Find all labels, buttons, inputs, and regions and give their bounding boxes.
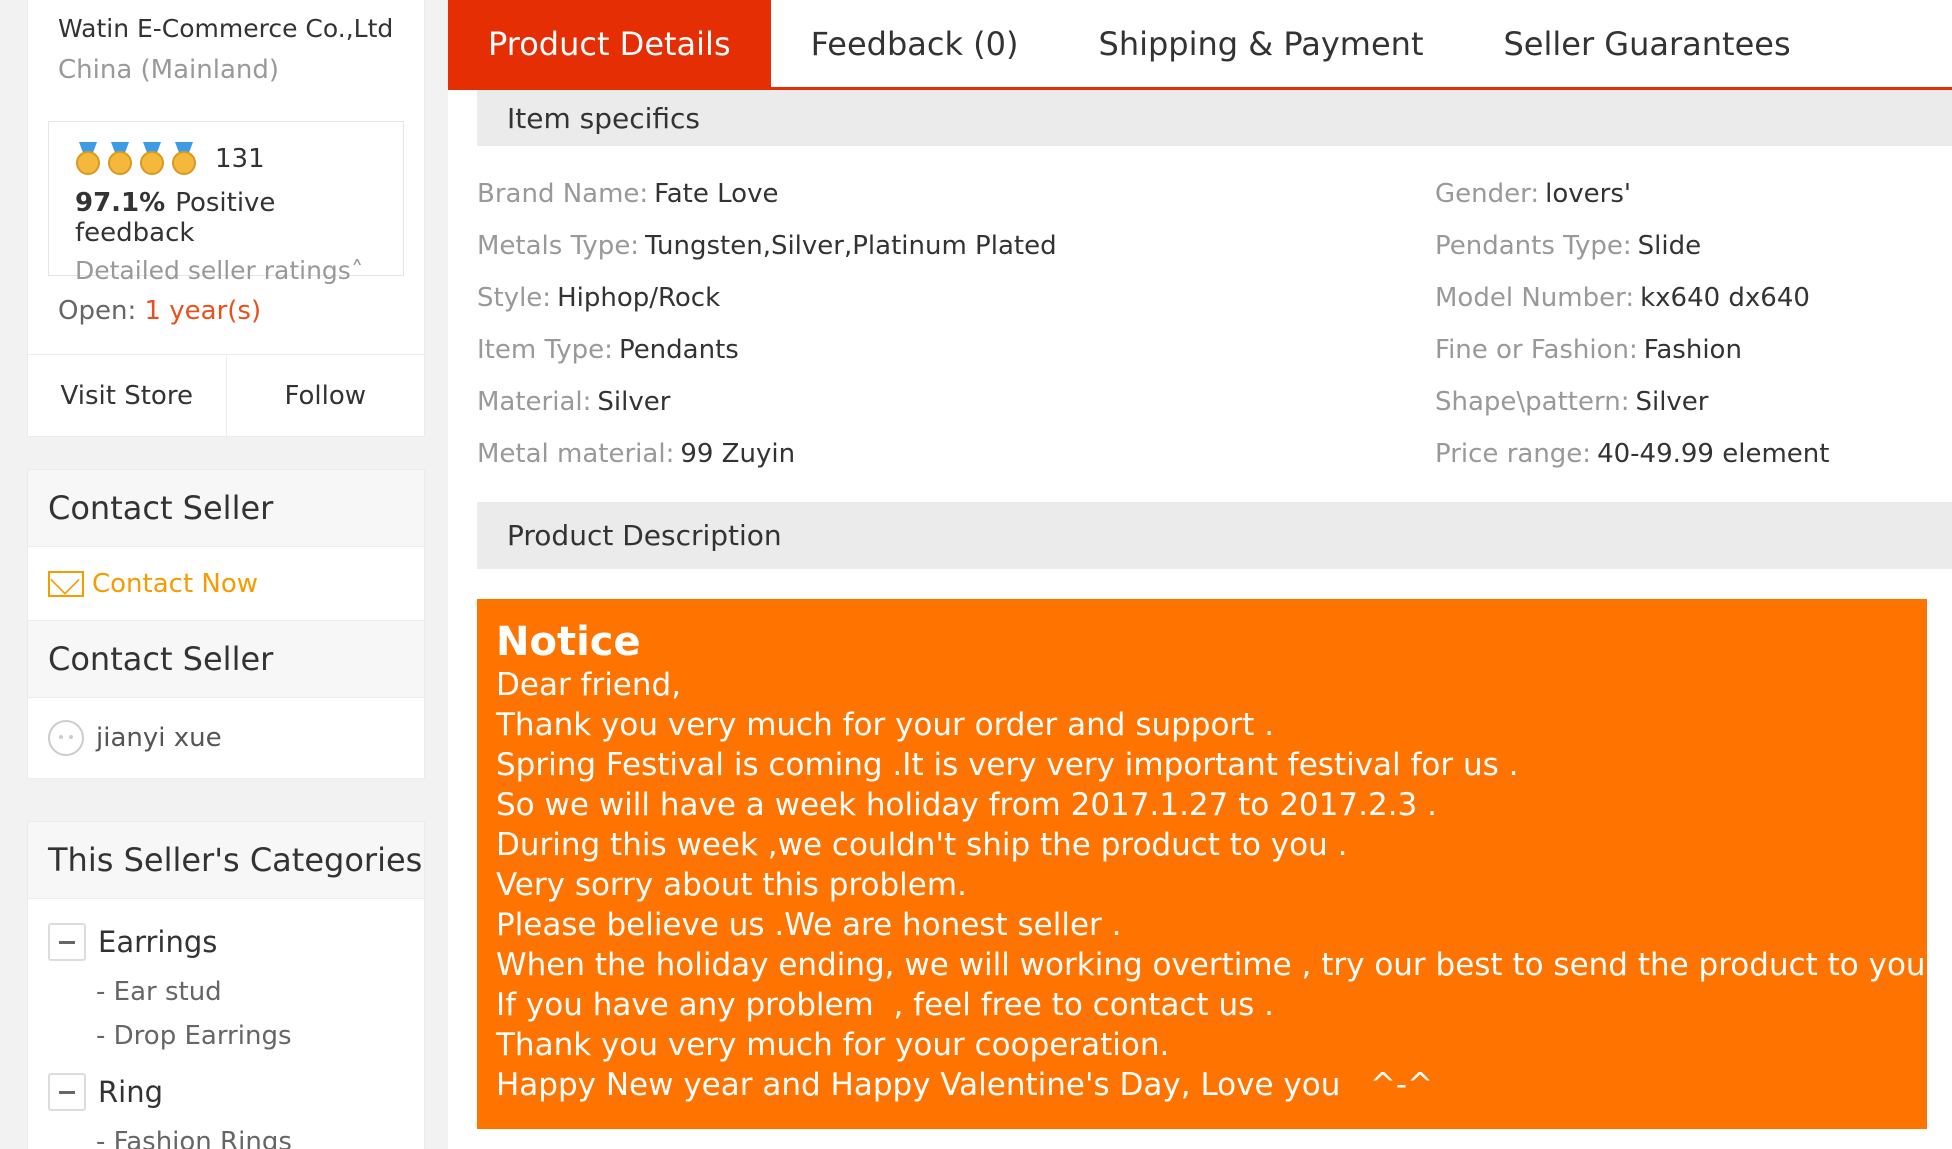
contact-now-label: Contact Now (92, 568, 259, 599)
spec-item: Metal material: 99 Zuyin (477, 439, 796, 469)
spec-item: Brand Name: Fate Love (477, 179, 779, 209)
category-group: Earrings - Ear stud - Drop Earrings (28, 899, 424, 1051)
visit-store-button[interactable]: Visit Store (28, 355, 227, 436)
store-name[interactable]: Watin E-Commerce Co.,Ltd (28, 0, 424, 55)
notice-line: So we will have a week holiday from 2017… (496, 787, 1437, 823)
spec-item: Style: Hiphop/Rock (477, 283, 721, 313)
store-location: China (Mainland) (58, 55, 280, 85)
spec-item: Item Type: Pendants (477, 335, 739, 365)
contact-person-name: jianyi xue (96, 723, 222, 753)
item-specifics-heading: Item specifics (477, 90, 1952, 146)
spec-item: Material: Silver (477, 387, 671, 417)
spec-item: Pendants Type: Slide (1435, 231, 1702, 261)
detailed-ratings-label: Detailed seller ratings (75, 256, 351, 285)
notice-line: Spring Festival is coming .It is very ve… (496, 747, 1519, 783)
categories-heading: This Seller's Categories (28, 822, 424, 899)
seller-categories-panel: This Seller's Categories Earrings - Ear … (27, 821, 425, 1149)
chat-face-icon (48, 720, 84, 756)
product-description-heading: Product Description (477, 502, 1952, 569)
contact-seller-heading-2: Contact Seller (28, 621, 424, 698)
subcategory-ear-stud[interactable]: - Ear stud (48, 963, 424, 1007)
tab-product-details[interactable]: Product Details (448, 0, 771, 87)
category-label: Earrings (98, 925, 218, 959)
subcategory-fashion-rings[interactable]: - Fashion Rings (48, 1113, 424, 1149)
collapse-icon[interactable] (48, 923, 86, 961)
contact-panel: Contact Seller Contact Now Contact Selle… (27, 469, 425, 779)
collapse-icon[interactable] (48, 1073, 86, 1111)
chevron-up-icon: ˄ (350, 256, 364, 285)
subcategory-drop-earrings[interactable]: - Drop Earrings (48, 1007, 424, 1051)
category-group: Ring - Fashion Rings (28, 1051, 424, 1149)
notice-line: Happy New year and Happy Valentine's Day… (496, 1067, 1434, 1103)
notice-line: Thank you very much for your order and s… (496, 707, 1275, 743)
seller-rating-box: 131 97.1% Positive feedback Detailed sell… (48, 121, 404, 285)
product-tabs: Product Details Feedback (0) Shipping & … (448, 0, 1952, 90)
notice-title: Notice (496, 619, 641, 665)
notice-line: If you have any problem , feel free to c… (496, 987, 1275, 1023)
medal-icon (107, 142, 133, 176)
notice-line: When the holiday ending, we will working… (496, 947, 1946, 983)
product-details-content: Item specifics Brand Name: Fate Love Gend… (448, 90, 1952, 1149)
notice-line: Very sorry about this problem. (496, 867, 967, 903)
spec-item: Shape\pattern: Silver (1435, 387, 1709, 417)
spec-item: Metals Type: Tungsten,Silver,Platinum Pla… (477, 231, 1057, 261)
spec-item: Gender: lovers' (1435, 179, 1632, 209)
category-ring[interactable]: Ring (48, 1071, 424, 1113)
product-main: Product Details Feedback (0) Shipping & … (448, 0, 1952, 1149)
follow-button[interactable]: Follow (227, 355, 425, 436)
category-earrings[interactable]: Earrings (48, 921, 424, 963)
contact-now-link[interactable]: Contact Now (28, 547, 424, 621)
store-actions: Visit Store Follow (28, 354, 424, 436)
seller-sidebar: Watin E-Commerce Co.,Ltd China (Mainland… (27, 0, 425, 1149)
detailed-ratings-toggle[interactable]: Detailed seller ratings˄ (75, 256, 403, 285)
store-info-panel: Watin E-Commerce Co.,Ltd China (Mainland… (27, 0, 425, 437)
store-open-duration: Open: 1 year(s) (28, 276, 424, 354)
open-label: Open: (58, 296, 137, 326)
tab-seller-guarantees[interactable]: Seller Guarantees (1463, 0, 1830, 87)
positive-feedback: 97.1% Positive feedback (75, 188, 403, 248)
contact-seller-heading: Contact Seller (28, 470, 424, 547)
tab-shipping-payment[interactable]: Shipping & Payment (1059, 0, 1464, 87)
medal-icon (139, 142, 165, 176)
tab-feedback[interactable]: Feedback (0) (771, 0, 1059, 87)
notice-line: During this week ,we couldn't ship the p… (496, 827, 1348, 863)
holiday-notice-banner: Notice Dear friend, Thank you very much … (477, 599, 1946, 1129)
item-specifics-grid: Brand Name: Fate Love Gender: lovers' Meta… (477, 146, 1952, 480)
medal-icon (171, 142, 197, 176)
medal-icon (75, 142, 101, 176)
spec-item: Fine or Fashion: Fashion (1435, 335, 1742, 365)
spec-item: Model Number: kx640 dx640 (1435, 283, 1810, 313)
contact-person[interactable]: jianyi xue (28, 698, 424, 778)
spec-item: Price range: 40-49.99 element (1435, 439, 1830, 469)
mail-icon (48, 570, 84, 597)
notice-line: Dear friend, (496, 667, 682, 703)
notice-line: Thank you very much for your cooperation… (496, 1027, 1170, 1063)
rating-medals: 131 (75, 140, 403, 178)
rating-count[interactable]: 131 (215, 144, 265, 174)
positive-pct: 97.1% (75, 188, 166, 218)
open-value: 1 year(s) (144, 296, 262, 326)
category-label: Ring (98, 1075, 163, 1109)
notice-line: Please believe us .We are honest seller … (496, 907, 1122, 943)
